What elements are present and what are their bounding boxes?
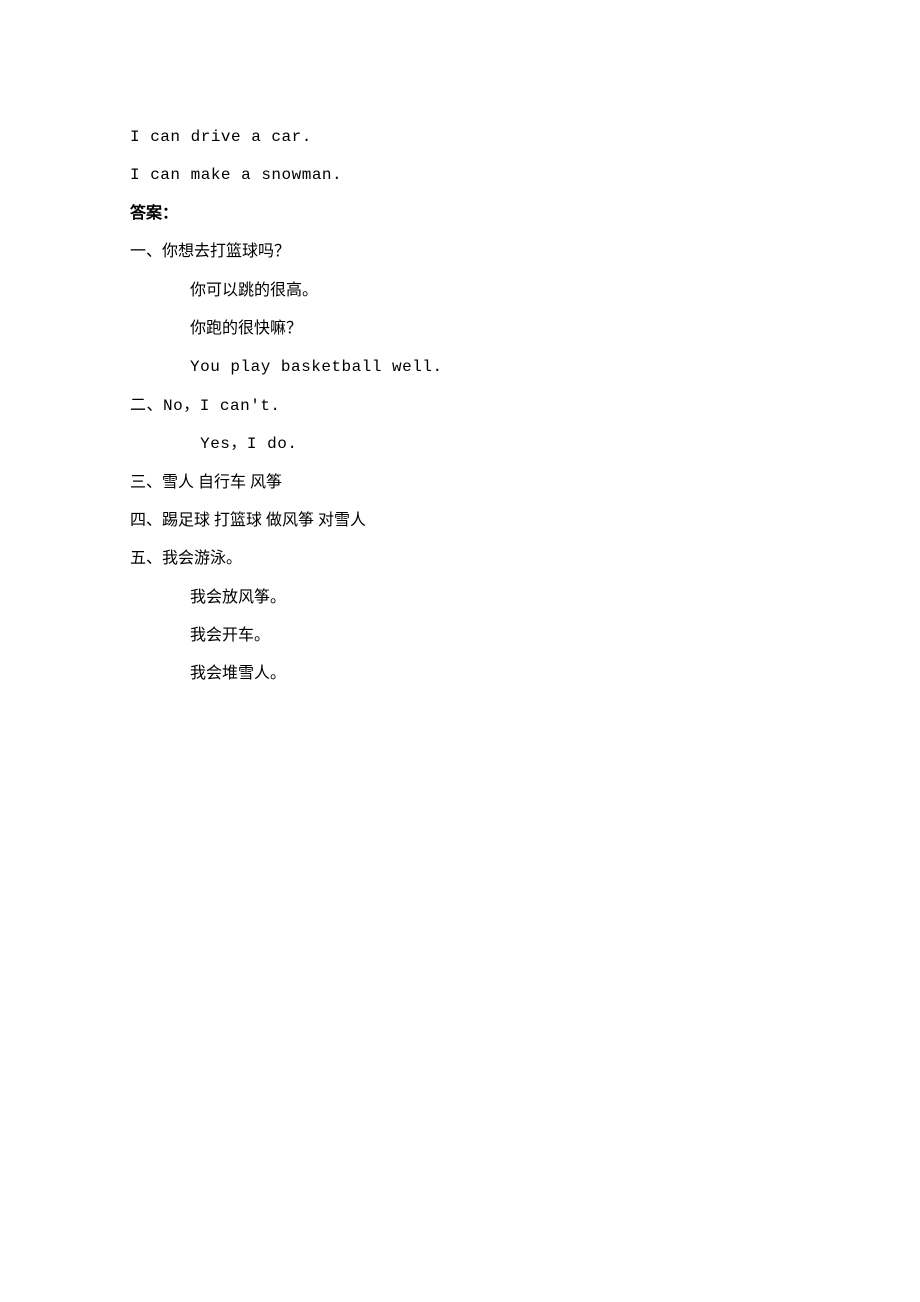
text-line: 我会开车。 xyxy=(130,617,790,655)
document-body: I can drive a car.I can make a snowman.答… xyxy=(130,118,790,694)
text-line: 三、雪人 自行车 风筝 xyxy=(130,464,790,502)
text-line: I can make a snowman. xyxy=(130,156,790,194)
text-line: 我会堆雪人。 xyxy=(130,655,790,693)
text-line: You play basketball well. xyxy=(130,348,790,386)
text-line: 你跑的很快嘛？ xyxy=(130,310,790,348)
text-line: Yes，I do. xyxy=(130,425,790,463)
text-line: 二、No，I can't. xyxy=(130,387,790,425)
text-line: I can drive a car. xyxy=(130,118,790,156)
text-line: 答案： xyxy=(130,195,790,233)
text-line: 四、踢足球 打篮球 做风筝 对雪人 xyxy=(130,502,790,540)
text-line: 一、你想去打篮球吗？ xyxy=(130,233,790,271)
text-line: 我会放风筝。 xyxy=(130,579,790,617)
text-line: 五、我会游泳。 xyxy=(130,540,790,578)
text-line: 你可以跳的很高。 xyxy=(130,272,790,310)
